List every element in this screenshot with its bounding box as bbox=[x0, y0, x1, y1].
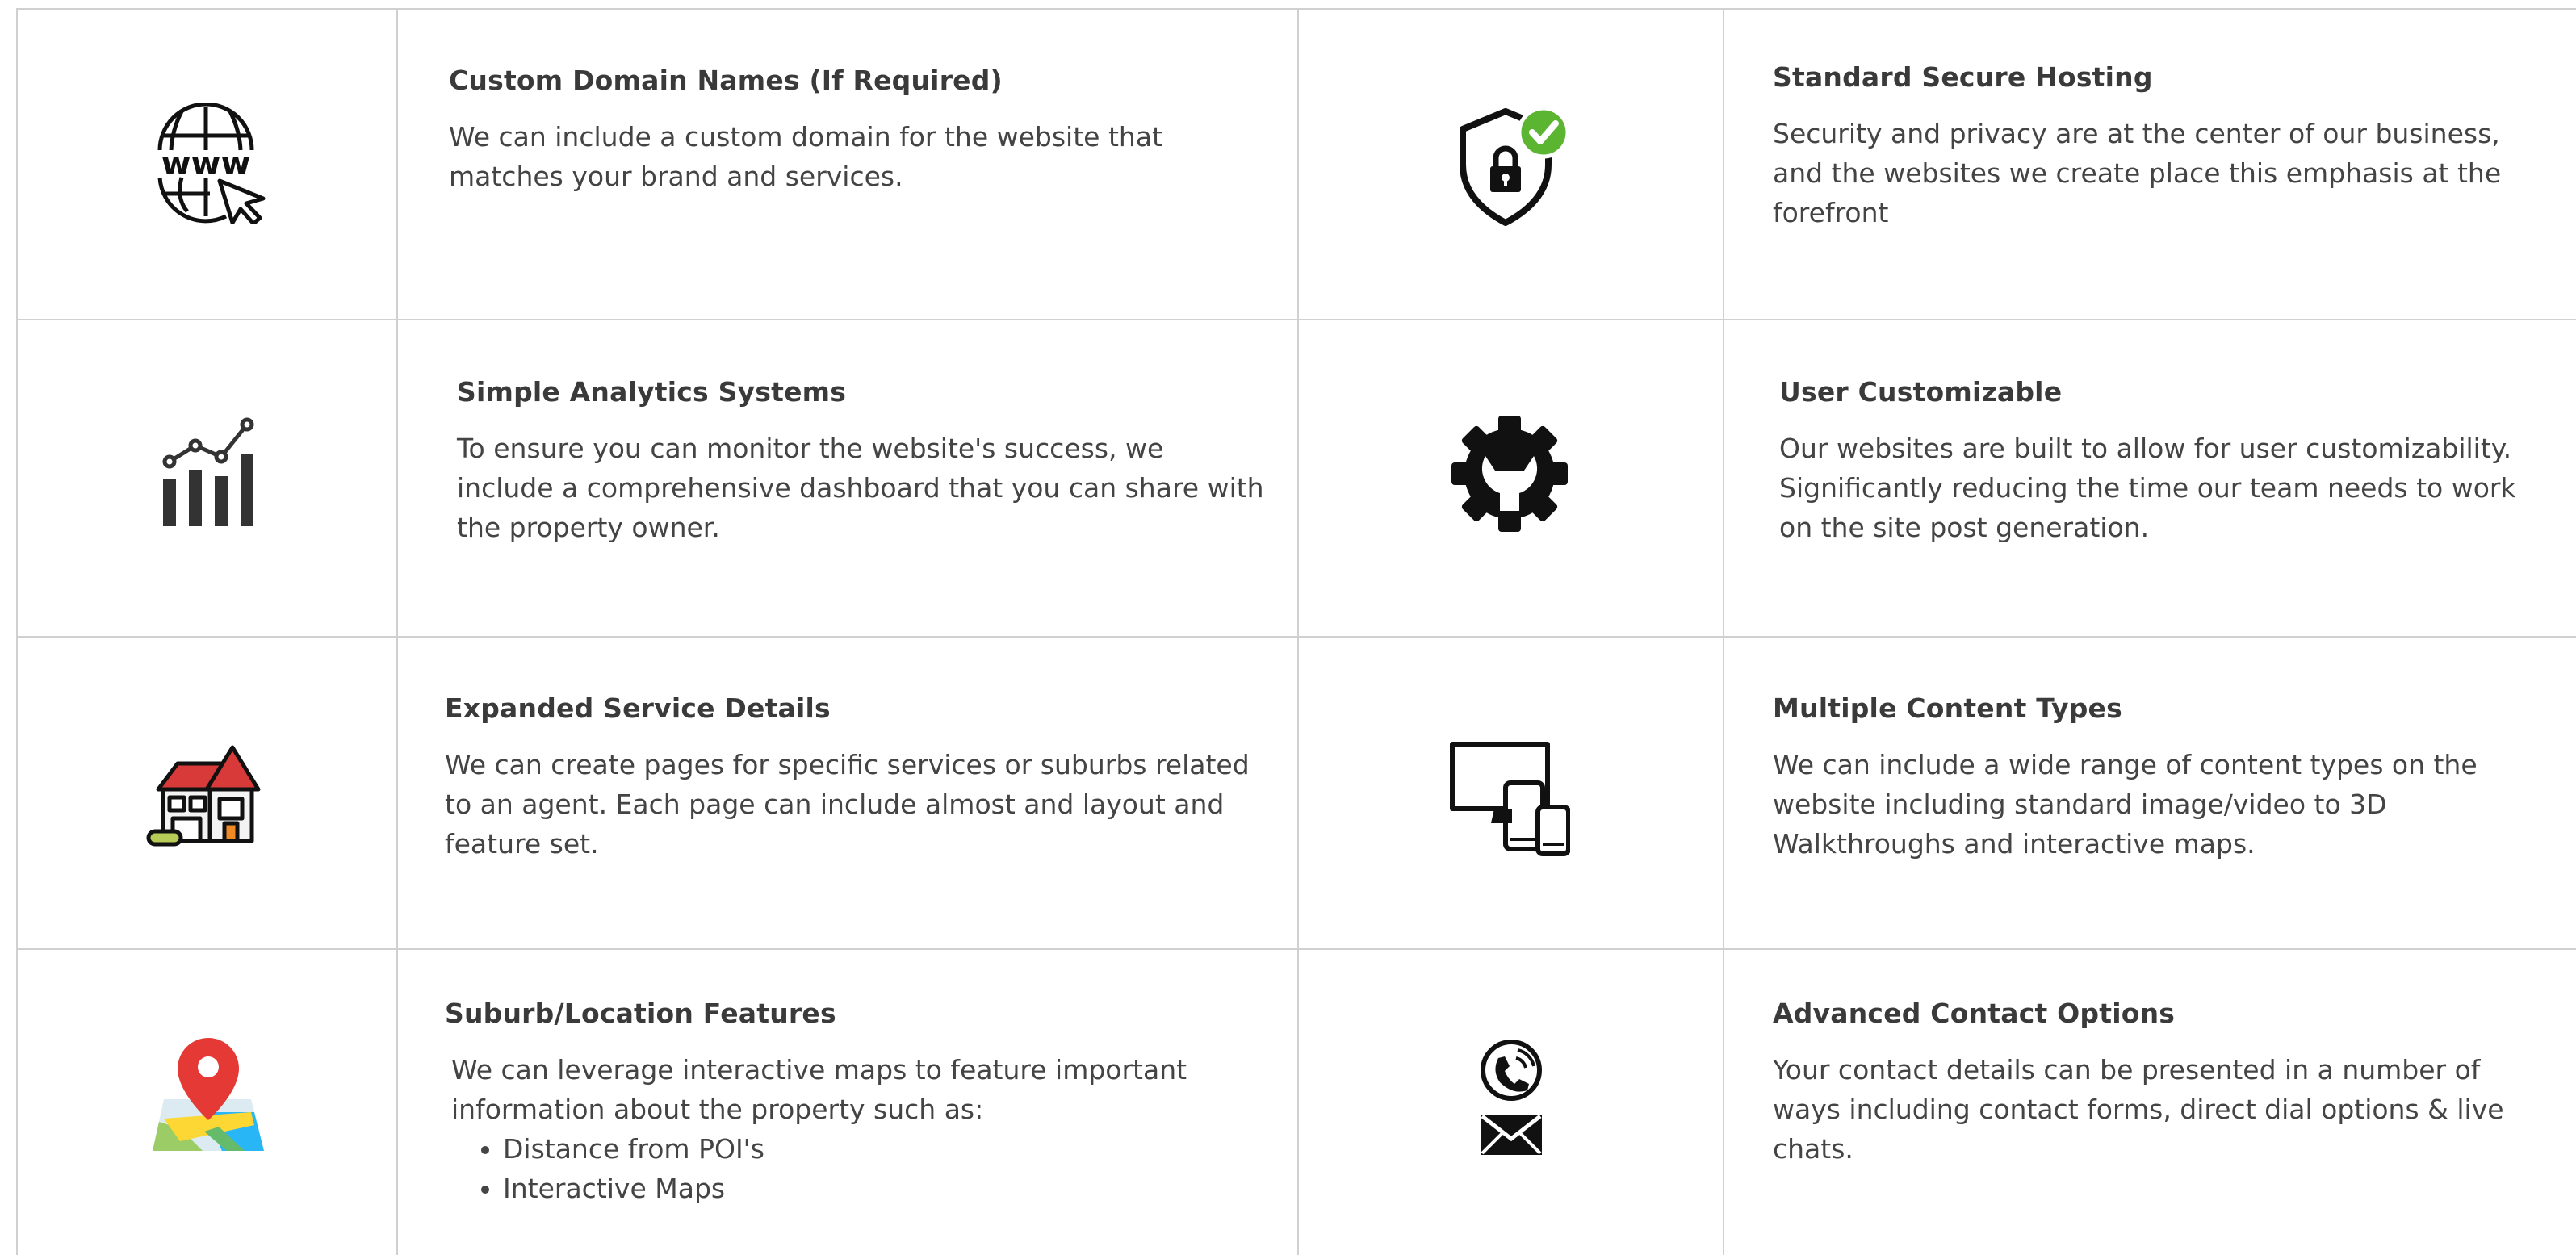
feature-analytics: Simple Analytics Systems To ensure you c… bbox=[457, 376, 1264, 547]
feature-description: To ensure you can monitor the website's … bbox=[457, 433, 1264, 543]
phone-mail-icon bbox=[1451, 1037, 1573, 1158]
feature-content-types: Multiple Content Types We can include a … bbox=[1773, 692, 2548, 864]
grid-row-divider-1 bbox=[16, 319, 2576, 320]
feature-description: We can include a wide range of content t… bbox=[1773, 749, 2478, 860]
grid-divider-1 bbox=[396, 8, 398, 1255]
shield-lock-check-icon bbox=[1445, 105, 1566, 226]
feature-description: We can include a custom domain for the w… bbox=[449, 121, 1162, 192]
feature-title: Expanded Service Details bbox=[445, 692, 831, 724]
bar-chart-trend-icon bbox=[152, 412, 273, 533]
grid-row-divider-2 bbox=[16, 636, 2576, 638]
feature-custom-domain: Custom Domain Names (If Required) We can… bbox=[449, 65, 1272, 196]
feature-contact-options: Advanced Contact Options Your contact de… bbox=[1773, 998, 2548, 1169]
feature-title: Simple Analytics Systems bbox=[457, 376, 847, 408]
feature-service-details: Expanded Service Details We can create p… bbox=[445, 692, 1252, 864]
feature-title: User Customizable bbox=[1779, 376, 2063, 408]
feature-description: We can leverage interactive maps to feat… bbox=[451, 1054, 1187, 1125]
house-icon bbox=[145, 736, 266, 857]
feature-bullet-list: Distance from POI's Interactive Maps bbox=[445, 1129, 1260, 1208]
feature-description: Our websites are built to allow for user… bbox=[1779, 433, 2516, 543]
feature-description: Your contact details can be presented in… bbox=[1773, 1054, 2504, 1165]
feature-title: Multiple Content Types bbox=[1773, 692, 2122, 724]
list-item: Interactive Maps bbox=[503, 1169, 1260, 1208]
svg-text:www: www bbox=[161, 145, 251, 182]
www-globe-cursor-icon: www bbox=[145, 103, 266, 224]
feature-title: Suburb/Location Features bbox=[445, 998, 836, 1029]
devices-icon bbox=[1449, 736, 1570, 857]
feature-description: We can create pages for specific service… bbox=[445, 749, 1250, 860]
feature-location: Suburb/Location Features We can leverage… bbox=[445, 998, 1260, 1208]
feature-description: Security and privacy are at the center o… bbox=[1773, 118, 2502, 228]
feature-secure-hosting: Standard Secure Hosting Security and pri… bbox=[1773, 61, 2548, 232]
feature-title: Custom Domain Names (If Required) bbox=[449, 65, 1003, 96]
feature-title: Standard Secure Hosting bbox=[1773, 61, 2153, 93]
gear-wrench-icon bbox=[1449, 413, 1570, 534]
feature-user-customizable: User Customizable Our websites are built… bbox=[1779, 376, 2554, 547]
list-item: Distance from POI's bbox=[503, 1129, 1260, 1169]
map-pin-icon bbox=[148, 1035, 269, 1156]
feature-title: Advanced Contact Options bbox=[1773, 998, 2176, 1029]
grid-row-divider-3 bbox=[16, 948, 2576, 950]
grid-divider-2 bbox=[1297, 8, 1299, 1255]
grid-divider-3 bbox=[1723, 8, 1724, 1255]
